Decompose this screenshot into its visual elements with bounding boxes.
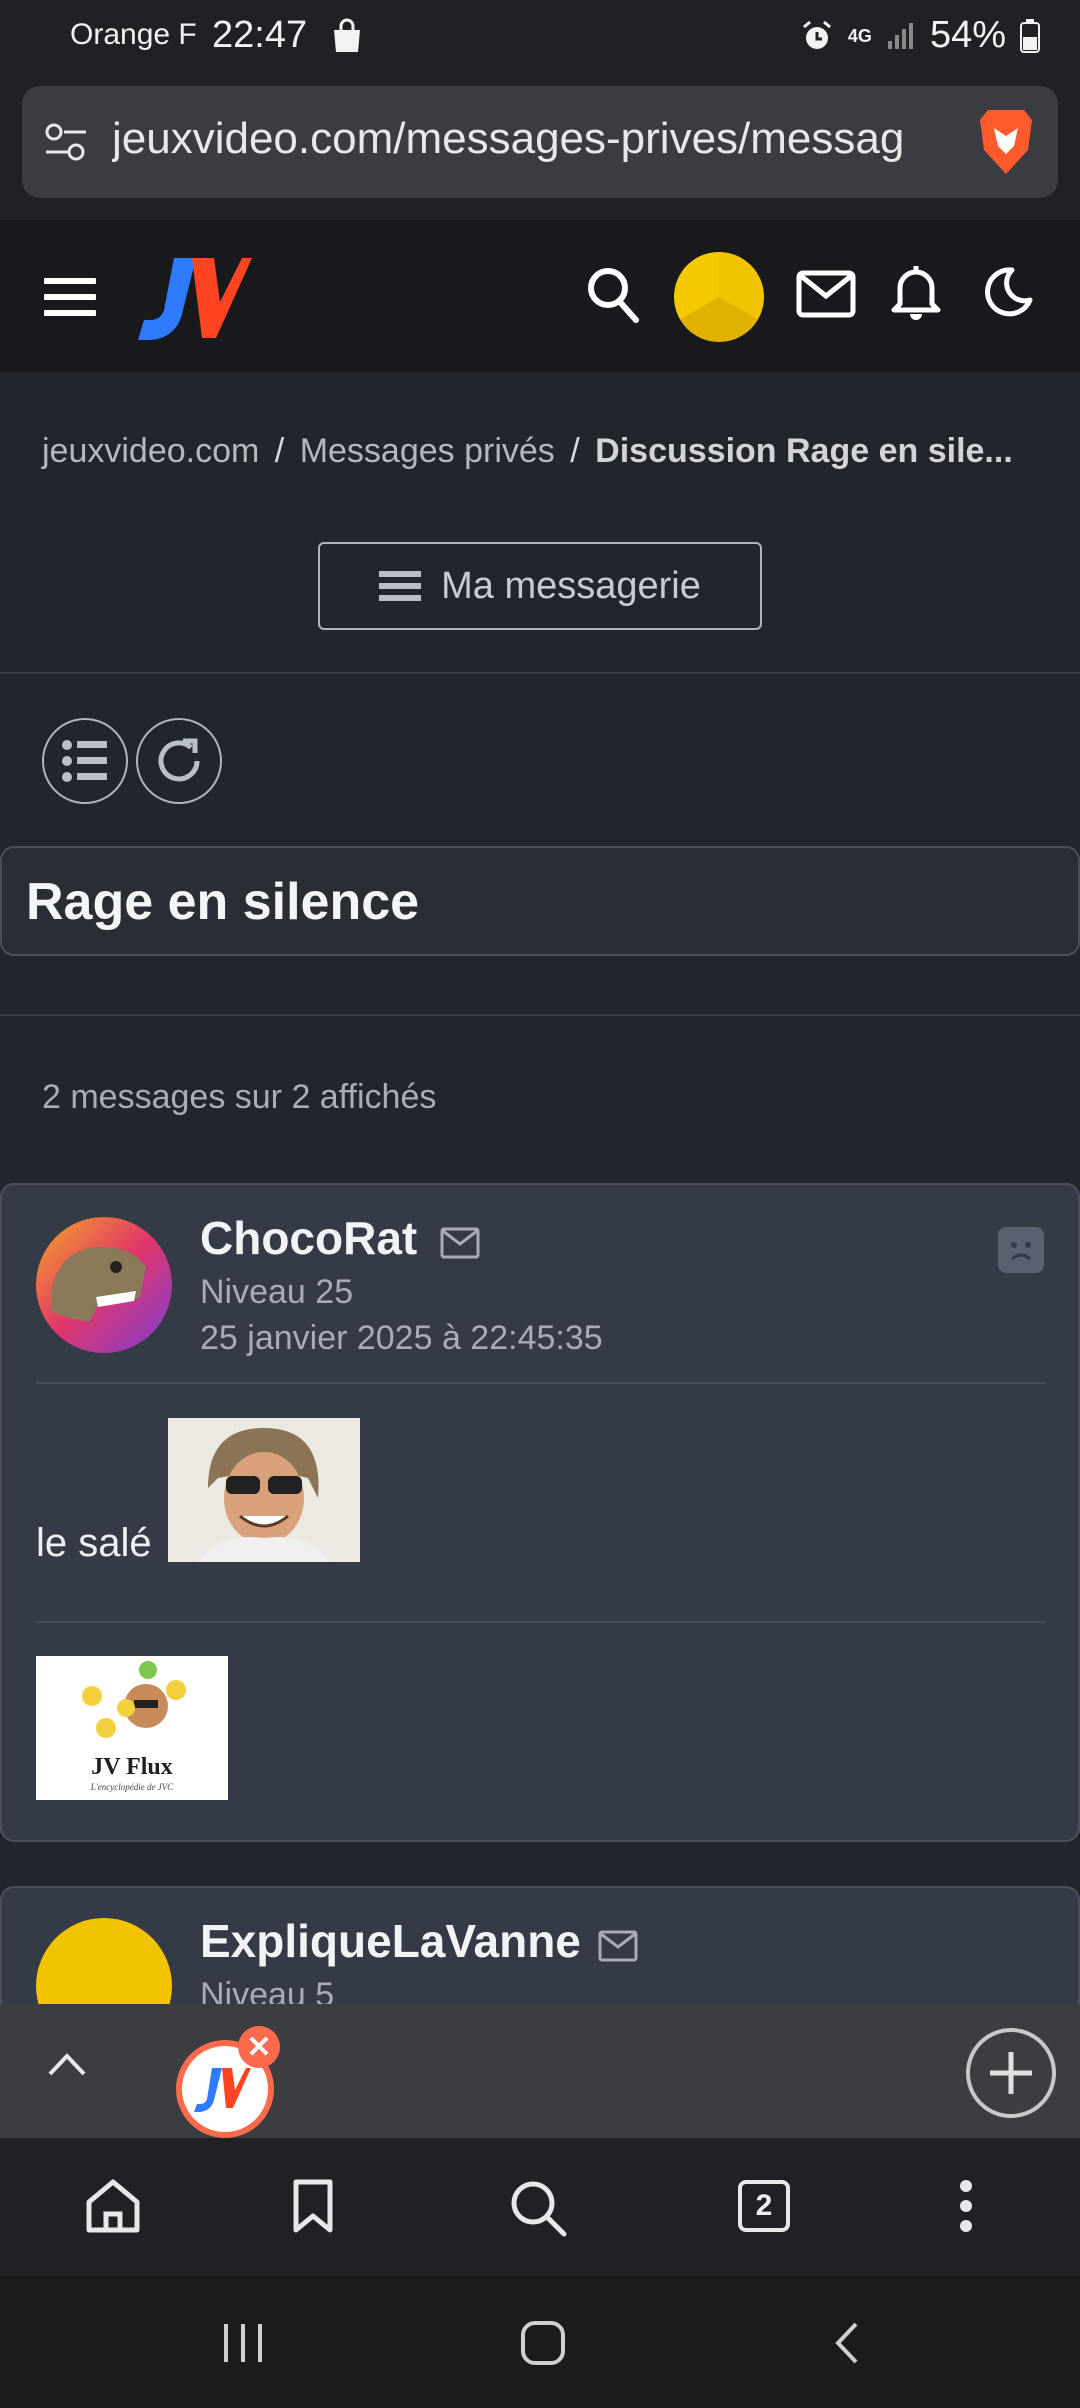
breadcrumb-separator: / xyxy=(274,432,285,470)
battery-percent: 54% xyxy=(929,14,1006,56)
tabs-button[interactable]: 2 xyxy=(738,2180,790,2232)
author-name[interactable]: ExpliqueLaVanne xyxy=(200,1914,581,1968)
menu-icon[interactable] xyxy=(44,278,96,316)
signal-icon xyxy=(887,22,913,49)
network-type: 4G xyxy=(847,25,872,46)
search-icon[interactable] xyxy=(508,2178,568,2238)
message-date[interactable]: 25 janvier 2025 à 22:45:35 xyxy=(200,1319,603,1358)
breadcrumb-separator: / xyxy=(570,432,580,470)
message-text: le salé xyxy=(36,1521,152,1565)
home-icon[interactable] xyxy=(84,2178,142,2234)
url-text[interactable]: jeuxvideo.com/messages-prives/messag xyxy=(112,114,952,164)
system-nav-bar xyxy=(0,2276,1080,2408)
plus-icon xyxy=(990,2052,1032,2094)
user-avatar[interactable] xyxy=(674,252,764,342)
divider xyxy=(0,672,1080,674)
signature-caption: JV Flux xyxy=(91,1754,173,1780)
my-messages-button[interactable]: Ma messagerie xyxy=(318,542,762,630)
clock: 22:47 xyxy=(212,14,308,56)
card-divider xyxy=(36,1382,1046,1384)
my-messages-label: Ma messagerie xyxy=(441,564,701,607)
signature-subcaption: L'encyclopédie de JVC xyxy=(90,1782,174,1792)
status-bar: Orange F 22:47 4G 54% xyxy=(0,0,1080,78)
bookmark-icon[interactable] xyxy=(292,2178,334,2234)
message-card: ChocoRat Niveau 25 25 janvier 2025 à 22:… xyxy=(0,1183,1080,1842)
signature-image[interactable]: JV Flux L'encyclopédie de JVC xyxy=(36,1656,228,1800)
back-icon[interactable] xyxy=(832,2320,862,2366)
address-bar[interactable]: jeuxvideo.com/messages-prives/messag xyxy=(22,86,1058,198)
sticker-image[interactable] xyxy=(168,1418,360,1562)
shopping-bag-icon xyxy=(334,18,360,52)
message-count: 2 messages sur 2 affichés xyxy=(42,1078,437,1116)
refresh-icon xyxy=(158,738,200,782)
send-mp-icon[interactable] xyxy=(598,1930,638,1962)
list-icon xyxy=(379,565,422,607)
search-icon[interactable] xyxy=(586,266,640,324)
jv-logo[interactable] xyxy=(134,254,254,344)
author-avatar[interactable] xyxy=(36,1217,172,1353)
tab-strip: ✕ xyxy=(0,2004,1080,2138)
breadcrumb: jeuxvideo.com / Messages privés / Discus… xyxy=(42,432,1013,471)
sad-face-icon xyxy=(1011,1242,1031,1261)
breadcrumb-current: Discussion Rage en sile... xyxy=(595,432,1013,470)
chevron-up-icon[interactable] xyxy=(46,2050,88,2080)
new-tab-button[interactable] xyxy=(966,2028,1056,2118)
dark-mode-icon[interactable] xyxy=(982,266,1034,318)
browser-toolbar: 2 xyxy=(0,2138,1080,2276)
bulleted-list-icon xyxy=(62,740,107,782)
battery-icon xyxy=(1020,18,1040,53)
author-level: Niveau 25 xyxy=(200,1273,354,1311)
send-mp-icon[interactable] xyxy=(440,1227,480,1259)
home-nav-icon[interactable] xyxy=(520,2320,566,2366)
more-options-icon[interactable] xyxy=(956,2178,976,2234)
site-header xyxy=(0,220,1080,372)
mail-icon[interactable] xyxy=(796,270,856,318)
breadcrumb-messages[interactable]: Messages privés xyxy=(300,432,555,470)
close-tab-icon[interactable]: ✕ xyxy=(238,2026,280,2068)
report-button[interactable] xyxy=(998,1227,1044,1273)
author-name[interactable]: ChocoRat xyxy=(200,1211,417,1265)
carrier-label: Orange F xyxy=(70,18,197,51)
recent-apps-icon[interactable] xyxy=(220,2322,266,2364)
bell-icon[interactable] xyxy=(890,262,942,322)
breadcrumb-home[interactable]: jeuxvideo.com xyxy=(42,432,259,470)
alarm-icon xyxy=(802,20,831,49)
list-view-button[interactable] xyxy=(42,718,128,804)
brave-shields-icon[interactable] xyxy=(974,106,1038,178)
refresh-button[interactable] xyxy=(136,718,222,804)
divider xyxy=(0,1014,1080,1016)
card-divider xyxy=(36,1621,1046,1623)
site-settings-icon[interactable] xyxy=(44,122,88,162)
topic-title: Rage en silence xyxy=(26,873,420,931)
browser-address-area: jeuxvideo.com/messages-prives/messag xyxy=(0,78,1080,220)
topic-title-box: Rage en silence xyxy=(0,846,1080,956)
